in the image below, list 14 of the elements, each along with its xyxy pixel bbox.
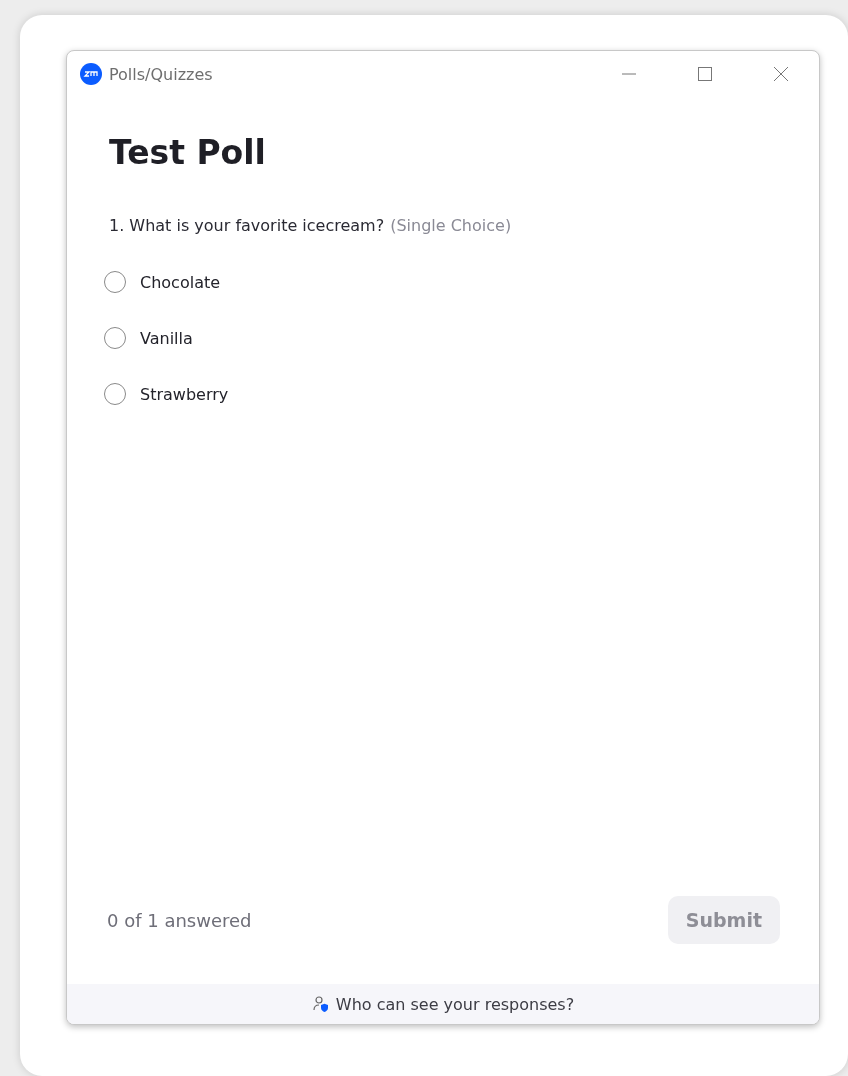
poll-title: Test Poll: [109, 133, 267, 172]
maximize-icon: [697, 66, 713, 82]
person-shield-icon: [311, 995, 330, 1013]
question-type-note: (Single Choice): [390, 216, 512, 235]
privacy-link[interactable]: Who can see your responses?: [311, 994, 575, 1014]
app-logo-icon: [80, 63, 102, 85]
question-text: 1. What is your favorite icecream?: [109, 216, 385, 235]
window-title: Polls/Quizzes: [109, 64, 213, 84]
answer-option[interactable]: Vanilla: [104, 327, 193, 349]
minimize-icon: [621, 73, 637, 75]
close-icon: [773, 66, 789, 82]
answer-option[interactable]: Chocolate: [104, 271, 221, 293]
progress-text: 0 of 1 answered: [107, 909, 252, 931]
answer-option[interactable]: Strawberry: [104, 383, 229, 405]
